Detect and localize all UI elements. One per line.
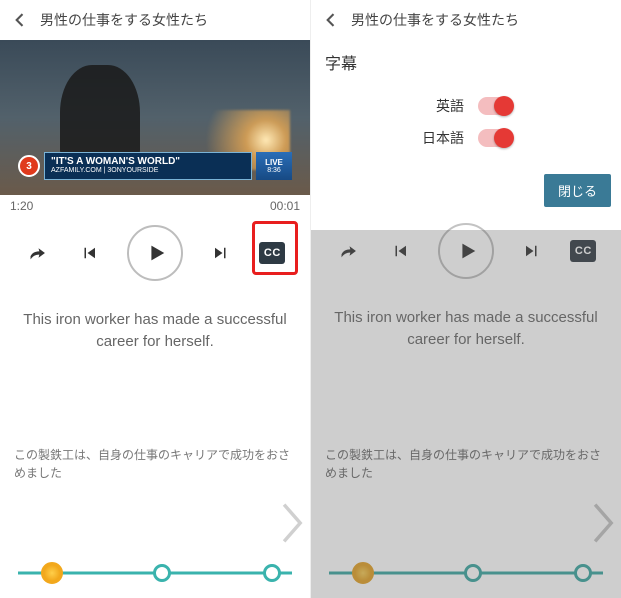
chyron-subline: AZFAMILY.COM | 3ONYOURSIDE [51, 167, 251, 175]
captions-button[interactable]: CC [570, 238, 596, 264]
station-bug-icon: 3 [18, 155, 40, 177]
close-bar: 閉じる [311, 174, 621, 215]
lower-third: 3 "IT'S A WOMAN'S WORLD" AZFAMILY.COM | … [18, 151, 292, 181]
speed-button[interactable] [336, 238, 362, 264]
stepper-dot[interactable] [574, 564, 592, 582]
play-button[interactable] [127, 225, 183, 281]
subtitle-panel-title: 字幕 [311, 40, 621, 88]
video-subject-silhouette [60, 65, 140, 160]
playback-controls: CC [311, 219, 621, 291]
progress-stepper[interactable] [0, 558, 310, 588]
next-button[interactable] [208, 240, 234, 266]
captions-button[interactable]: CC [259, 240, 285, 266]
toggle-japanese[interactable] [478, 129, 512, 147]
next-card-chevron-icon[interactable] [587, 500, 617, 551]
chyron-headline: "IT'S A WOMAN'S WORLD" [51, 157, 251, 167]
back-button[interactable] [319, 8, 343, 32]
speed-button[interactable] [25, 240, 51, 266]
toggle-knob [494, 96, 514, 116]
subtitle-options: 英語 日本語 [311, 88, 621, 174]
toggle-english[interactable] [478, 97, 512, 115]
time-elapsed: 1:20 [10, 199, 33, 213]
toggle-knob [494, 128, 514, 148]
stepper-dot[interactable] [153, 564, 171, 582]
header: 男性の仕事をする女性たち [0, 0, 310, 40]
next-card-chevron-icon[interactable] [276, 500, 306, 551]
cc-icon: CC [570, 240, 596, 262]
right-screen: 男性の仕事をする女性たち 字幕 英語 日本語 閉じる [310, 0, 621, 598]
page-title: 男性の仕事をする女性たち [40, 10, 208, 30]
subtitle-japanese: この製鉄工は、自身の仕事のキャリアで成功をおさめました [311, 446, 621, 482]
option-english-label: 英語 [420, 96, 464, 116]
page-title: 男性の仕事をする女性たち [351, 10, 519, 30]
video-player[interactable]: 3 "IT'S A WOMAN'S WORLD" AZFAMILY.COM | … [0, 40, 310, 195]
subtitle-english: This iron worker has made a successful c… [311, 291, 621, 351]
previous-button[interactable] [387, 238, 413, 264]
stepper-dot-current[interactable] [41, 562, 63, 584]
next-button[interactable] [519, 238, 545, 264]
chyron: "IT'S A WOMAN'S WORLD" AZFAMILY.COM | 3O… [44, 152, 252, 180]
subtitle-japanese: この製鉄工は、自身の仕事のキャリアで成功をおさめました [0, 446, 310, 482]
progress-stepper[interactable] [311, 558, 621, 588]
option-english: 英語 [420, 96, 512, 116]
time-remaining: 00:01 [270, 199, 300, 213]
option-japanese: 日本語 [420, 128, 512, 148]
left-screen: 男性の仕事をする女性たち 3 "IT'S A WOMAN'S WORLD" AZ… [0, 0, 310, 598]
previous-button[interactable] [76, 240, 102, 266]
back-button[interactable] [8, 8, 32, 32]
stepper-dot[interactable] [464, 564, 482, 582]
cc-icon: CC [259, 242, 285, 264]
live-badge: LIVE 8:36 [256, 152, 292, 180]
stepper-dot[interactable] [263, 564, 281, 582]
subtitle-english: This iron worker has made a successful c… [0, 293, 310, 353]
playback-controls: CC [0, 221, 310, 293]
close-button[interactable]: 閉じる [544, 174, 611, 207]
option-japanese-label: 日本語 [420, 128, 464, 148]
play-button[interactable] [438, 223, 494, 279]
playback-times: 1:20 00:01 [0, 195, 310, 221]
stepper-dot-current[interactable] [352, 562, 374, 584]
header: 男性の仕事をする女性たち [311, 0, 621, 40]
